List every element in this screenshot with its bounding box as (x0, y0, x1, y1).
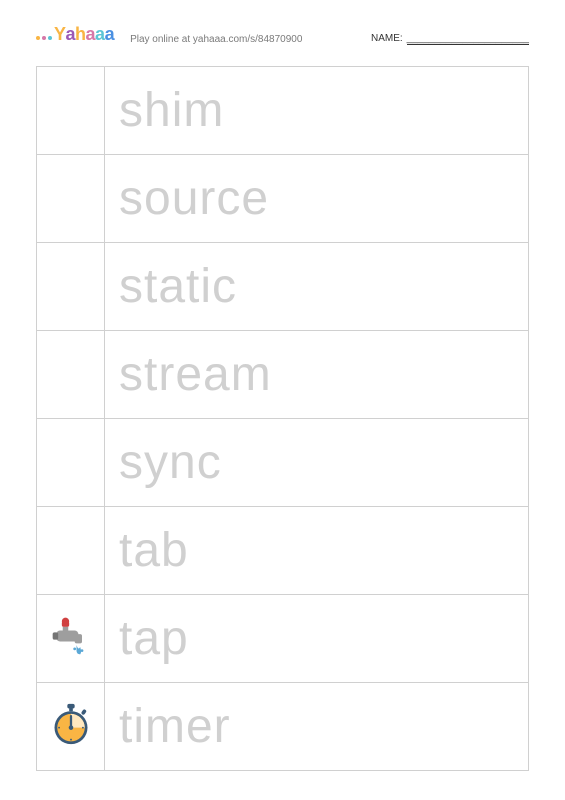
icon-cell (37, 155, 105, 243)
trace-word: tab (119, 524, 189, 577)
timer-icon (49, 702, 93, 746)
table-row: static (37, 243, 529, 331)
word-cell: tab (105, 507, 529, 595)
word-cell: source (105, 155, 529, 243)
icon-cell (37, 67, 105, 155)
word-cell: stream (105, 331, 529, 419)
table-row: timer (37, 683, 529, 771)
play-online-text: Play online at yahaaa.com/s/84870900 (130, 34, 355, 45)
name-label: NAME: (371, 33, 403, 44)
icon-cell (37, 419, 105, 507)
word-cell: sync (105, 419, 529, 507)
icon-cell (37, 595, 105, 683)
word-cell: tap (105, 595, 529, 683)
word-cell: static (105, 243, 529, 331)
trace-word: static (119, 260, 237, 313)
trace-word: source (119, 172, 269, 225)
table-row: stream (37, 331, 529, 419)
trace-word: tap (119, 612, 189, 665)
table-row: source (37, 155, 529, 243)
icon-cell (37, 683, 105, 771)
word-cell: timer (105, 683, 529, 771)
table-row: tab (37, 507, 529, 595)
yahaaa-logo: Yahaaa (36, 24, 114, 54)
table-row: shim (37, 67, 529, 155)
tap-icon (49, 614, 93, 658)
icon-cell (37, 507, 105, 595)
icon-cell (37, 243, 105, 331)
name-blank-line[interactable]: ______________________ (407, 33, 529, 45)
trace-word: timer (119, 700, 231, 753)
icon-cell (37, 331, 105, 419)
name-field-section: NAME: ______________________ (371, 33, 529, 45)
trace-word: shim (119, 84, 224, 137)
table-row: tap (37, 595, 529, 683)
table-row: sync (37, 419, 529, 507)
trace-word: stream (119, 348, 272, 401)
worksheet-header: Yahaaa Play online at yahaaa.com/s/84870… (36, 24, 529, 54)
trace-word: sync (119, 436, 222, 489)
worksheet-table: shim source static stream sync (36, 66, 529, 771)
word-cell: shim (105, 67, 529, 155)
